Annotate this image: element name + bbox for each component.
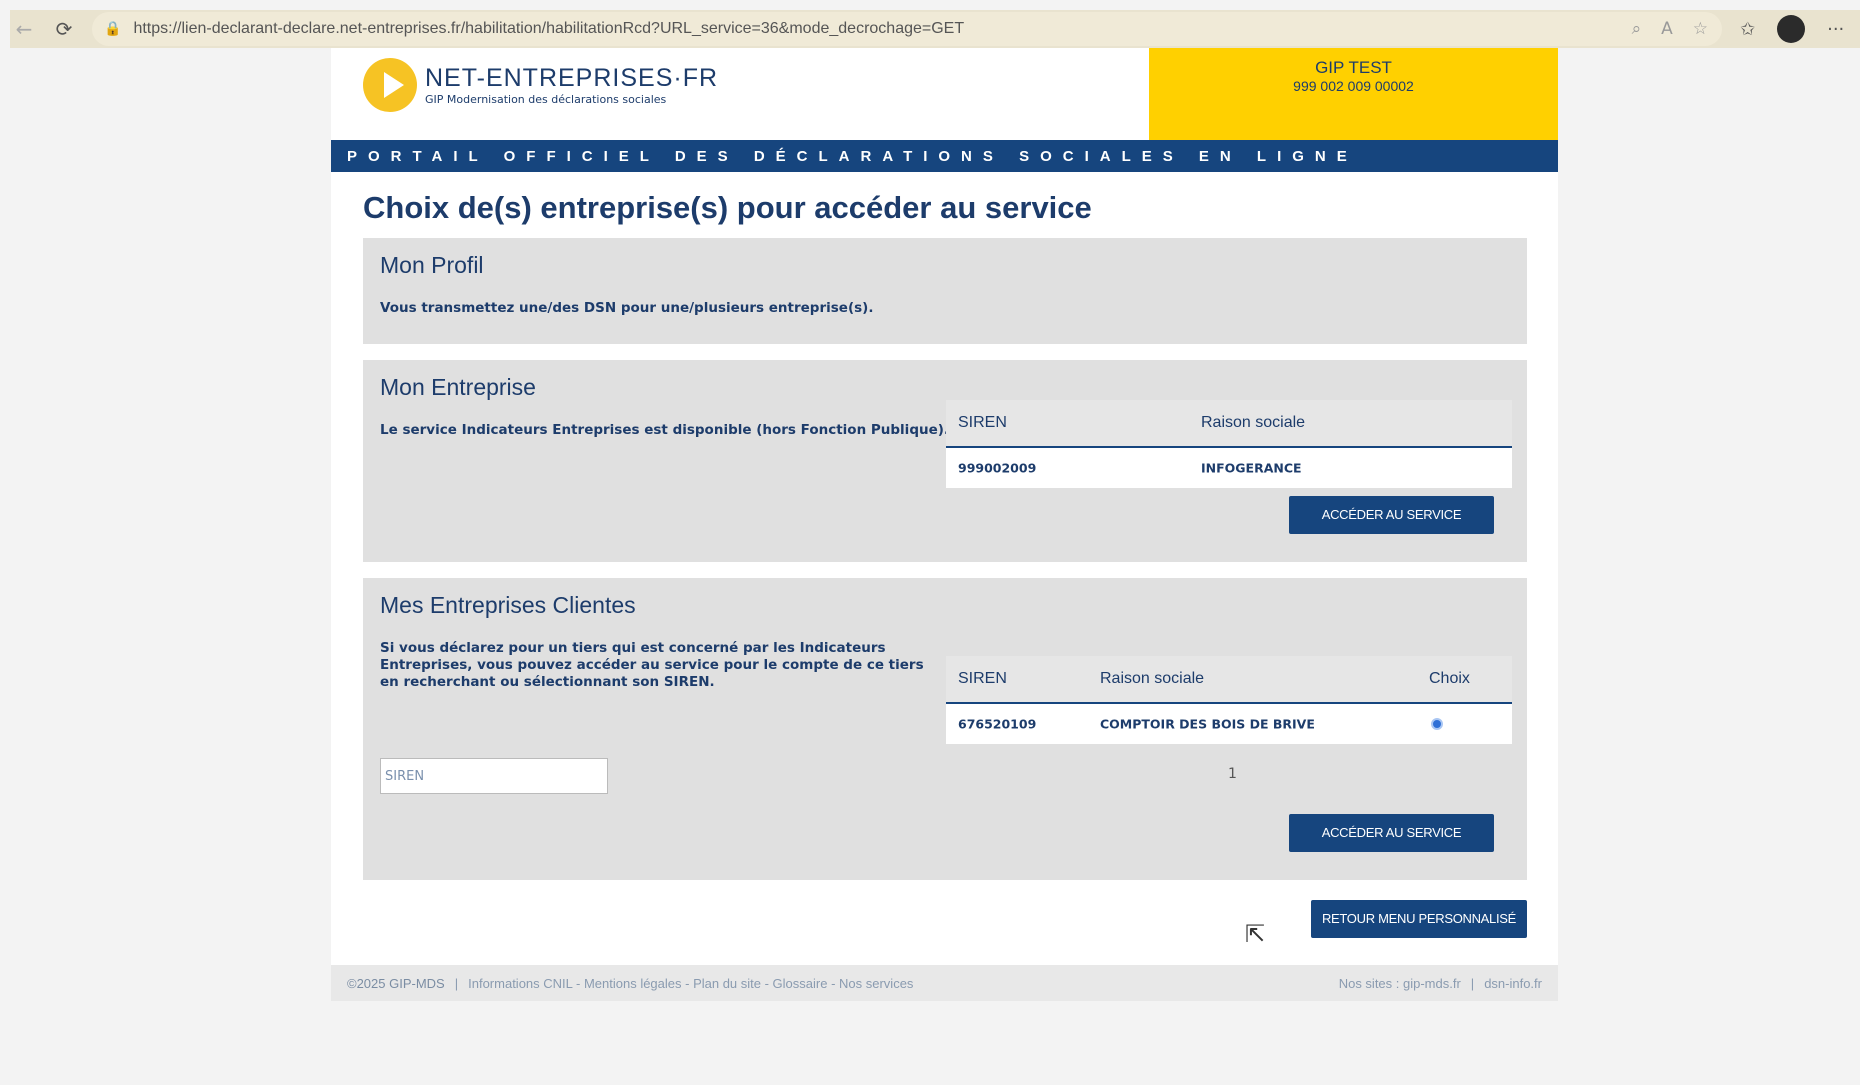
table-header: SIREN Raison sociale: [946, 400, 1512, 448]
footer-site-dsn-info[interactable]: dsn-info.fr: [1484, 976, 1542, 991]
zoom-icon[interactable]: ⌕: [1632, 19, 1642, 39]
browser-toolbar: ← ⟳ 🔒 https://lien-declarant-declare.net…: [10, 10, 1860, 48]
choix-radio[interactable]: [1431, 718, 1443, 730]
acceder-service-clientes-button[interactable]: ACCÉDER AU SERVICE: [1289, 814, 1494, 852]
profil-title: Mon Profil: [380, 252, 484, 278]
column-header-choix: Choix: [1429, 670, 1470, 687]
entreprise-title: Mon Entreprise: [380, 374, 536, 400]
entreprise-table: SIREN Raison sociale 999002009 INFOGERAN…: [946, 400, 1512, 488]
footer-separator: |: [454, 975, 459, 991]
table-header: SIREN Raison sociale Choix: [946, 656, 1512, 704]
clientes-card: Mes Entreprises Clientes Si vous déclare…: [363, 578, 1527, 880]
table-row[interactable]: 676520109 COMPTOIR DES BOIS DE BRIVE: [946, 704, 1512, 744]
clientes-table: SIREN Raison sociale Choix 676520109 COM…: [946, 656, 1512, 744]
row-siren: 676520109: [958, 716, 1037, 732]
siren-search-input[interactable]: [380, 758, 608, 794]
column-header-raison-sociale: Raison sociale: [1100, 670, 1205, 687]
entreprise-text: Le service Indicateurs Entreprises est d…: [380, 422, 950, 438]
profile-avatar[interactable]: [1777, 15, 1806, 43]
page-title: Choix de(s) entreprise(s) pour accéder a…: [363, 190, 1092, 225]
footer-site-gip-mds[interactable]: Nos sites : gip-mds.fr: [1339, 976, 1461, 991]
url-text[interactable]: https://lien-declarant-declare.net-entre…: [133, 20, 964, 38]
portal-banner: PORTAIL OFFICIEL DES DÉCLARATIONS SOCIAL…: [331, 140, 1558, 172]
account-siret: 999 002 009 00002: [1293, 78, 1414, 94]
table-row[interactable]: 999002009 INFOGERANCE: [946, 448, 1512, 488]
read-aloud-icon[interactable]: A: [1661, 19, 1673, 39]
back-icon[interactable]: ←: [10, 15, 38, 43]
profil-text: Vous transmettez une/des DSN pour une/pl…: [380, 300, 874, 316]
site-header: NET-ENTREPRISES·FR GIP Modernisation des…: [331, 48, 1558, 140]
column-header-siren: SIREN: [958, 670, 1007, 687]
entreprise-card: Mon Entreprise Le service Indicateurs En…: [363, 360, 1527, 562]
address-bar[interactable]: 🔒 https://lien-declarant-declare.net-ent…: [92, 12, 1722, 46]
column-header-siren: SIREN: [958, 414, 1007, 431]
footer-separator: |: [1470, 975, 1475, 991]
banner-text: PORTAIL OFFICIEL DES DÉCLARATIONS SOCIAL…: [347, 147, 1358, 165]
reload-icon[interactable]: ⟳: [50, 15, 78, 43]
profil-card: Mon Profil Vous transmettez une/des DSN …: [363, 238, 1527, 344]
clientes-text: Si vous déclarez pour un tiers qui est c…: [380, 640, 924, 690]
clientes-title: Mes Entreprises Clientes: [380, 592, 636, 618]
footer-links[interactable]: Informations CNIL - Mentions légales - P…: [468, 976, 913, 991]
row-siren: 999002009: [958, 460, 1037, 476]
pagination-page[interactable]: 1: [1228, 766, 1237, 782]
retour-menu-button[interactable]: RETOUR MENU PERSONNALISÉ: [1311, 900, 1527, 938]
more-menu-icon[interactable]: ···: [1827, 19, 1844, 40]
mouse-cursor-icon: ⇱: [1245, 920, 1266, 948]
logo-play-icon: [363, 58, 417, 112]
favorite-star-icon[interactable]: ☆: [1693, 19, 1708, 39]
account-name: GIP TEST: [1315, 58, 1392, 77]
acceder-service-button[interactable]: ACCÉDER AU SERVICE: [1289, 496, 1494, 534]
lock-icon: 🔒: [104, 21, 122, 37]
row-raison-sociale: COMPTOIR DES BOIS DE BRIVE: [1100, 716, 1315, 732]
footer-copyright: ©2025 GIP-MDS: [347, 975, 445, 991]
account-box: GIP TEST 999 002 009 00002: [1149, 48, 1558, 140]
logo-subtitle: GIP Modernisation des déclarations socia…: [425, 93, 667, 106]
row-raison-sociale: INFOGERANCE: [1201, 460, 1302, 476]
logo-name: NET-ENTREPRISES·FR: [425, 64, 719, 92]
site-footer: ©2025 GIP-MDS | Informations CNIL - Ment…: [331, 965, 1558, 1001]
column-header-raison-sociale: Raison sociale: [1201, 414, 1306, 431]
page-container: NET-ENTREPRISES·FR GIP Modernisation des…: [331, 48, 1558, 1001]
favorites-icon[interactable]: ✩: [1740, 19, 1755, 40]
site-logo[interactable]: NET-ENTREPRISES·FR GIP Modernisation des…: [363, 58, 718, 112]
